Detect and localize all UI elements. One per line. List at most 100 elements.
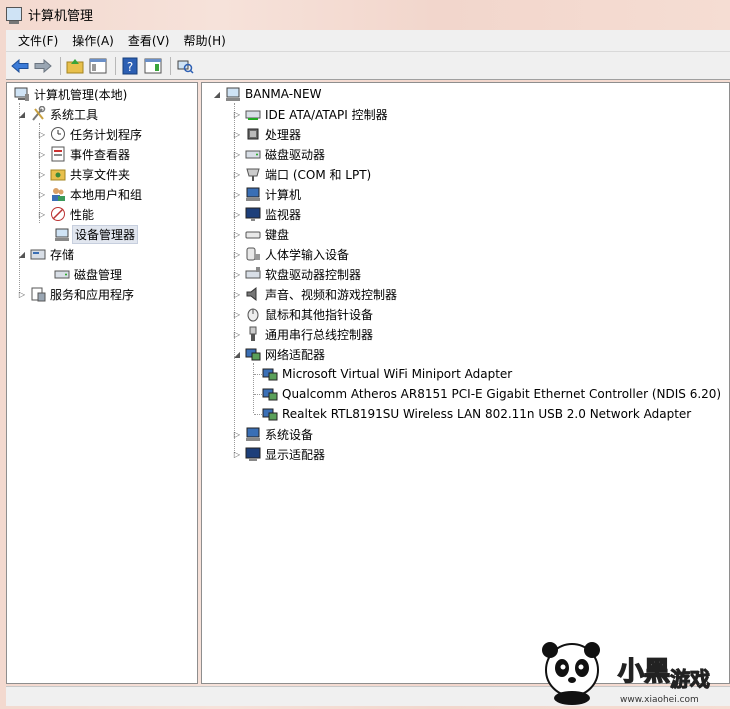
tree-node-services-applications[interactable]: ▷ 服务和应用程序 [17, 284, 134, 304]
chevron-right-icon[interactable]: ▷ [37, 129, 47, 139]
forward-icon[interactable] [33, 56, 53, 76]
tree-label: Qualcomm Atheros AR8151 PCI-E Gigabit Et… [282, 387, 722, 401]
tree-node-device-manager[interactable]: 设备管理器 [51, 224, 139, 244]
chevron-right-icon[interactable]: ▷ [37, 189, 47, 199]
device-category-ports[interactable]: ▷ 端口 (COM 和 LPT) [232, 164, 371, 184]
menu-view[interactable]: 查看(V) [122, 30, 176, 51]
tree-node-shared-folders[interactable]: ▷ 共享文件夹 [37, 164, 130, 184]
menu-action[interactable]: 操作(A) [66, 30, 120, 51]
tree-node-performance[interactable]: ▷ 性能 [37, 204, 94, 224]
chevron-right-icon[interactable]: ▷ [37, 169, 47, 179]
chevron-right-icon[interactable]: ▷ [232, 209, 242, 219]
device-tree-pane[interactable]: ◢ BANMA-NEW ▷ IDE ATA/ATAPI 控制器 ▷ 处理器 ▷ 磁盘驱动器… [201, 82, 730, 684]
tree-label: 显示适配器 [265, 447, 326, 462]
chevron-right-icon[interactable]: ▷ [232, 329, 242, 339]
chevron-right-icon[interactable]: ▷ [232, 449, 242, 459]
keyboard-icon [245, 226, 261, 242]
device-category-processors[interactable]: ▷ 处理器 [232, 124, 301, 144]
tree-label: 性能 [70, 207, 95, 222]
chevron-down-icon[interactable]: ◢ [17, 109, 27, 119]
network-adapter-item[interactable]: Microsoft Virtual WiFi Miniport Adapter [259, 364, 512, 384]
device-category-usb-controllers[interactable]: ▷ 通用串行总线控制器 [232, 324, 373, 344]
scan-hardware-icon[interactable] [175, 56, 195, 76]
tree-node-event-viewer[interactable]: ▷ 事件查看器 [37, 144, 130, 164]
device-category-ide-controllers[interactable]: ▷ IDE ATA/ATAPI 控制器 [232, 104, 388, 124]
chevron-right-icon[interactable]: ▷ [232, 429, 242, 439]
help-icon[interactable]: ? [120, 56, 140, 76]
chevron-right-icon[interactable]: ▷ [232, 229, 242, 239]
port-icon [245, 166, 261, 182]
tree-label: 计算机管理(本地) [34, 87, 128, 102]
device-category-mice-pointing-devices[interactable]: ▷ 鼠标和其他指针设备 [232, 304, 373, 324]
chevron-right-icon[interactable]: ▷ [232, 189, 242, 199]
tree-node-storage[interactable]: ◢ 存储 [17, 244, 74, 264]
chevron-right-icon[interactable]: ▷ [232, 249, 242, 259]
toolbar: ? [6, 52, 730, 80]
services-icon [30, 286, 46, 302]
device-category-disk-drives[interactable]: ▷ 磁盘驱动器 [232, 144, 325, 164]
chevron-right-icon[interactable]: ▷ [232, 269, 242, 279]
tree-node-local-users-groups[interactable]: ▷ 本地用户和组 [37, 184, 142, 204]
menu-help[interactable]: 帮助(H) [177, 30, 231, 51]
device-category-display-adapters[interactable]: ▷ 显示适配器 [232, 444, 325, 464]
speaker-icon [245, 286, 261, 302]
device-category-human-interface-devices[interactable]: ▷ 人体学输入设备 [232, 244, 349, 264]
tree-label: Realtek RTL8191SU Wireless LAN 802.11n U… [282, 407, 692, 421]
performance-icon [50, 206, 66, 222]
console-tree-pane[interactable]: 计算机管理(本地) ◢ 系统工具 ▷ 任务计划程序 ▷ 事件查看器 ▷ 共享文件… [6, 82, 198, 684]
device-category-floppy-controllers[interactable]: ▷ 软盘驱动器控制器 [232, 264, 361, 284]
action-pane-icon[interactable] [143, 56, 163, 76]
device-category-computer[interactable]: ▷ 计算机 [232, 184, 301, 204]
tree-label: 通用串行总线控制器 [265, 327, 374, 342]
chevron-down-icon[interactable]: ◢ [212, 89, 222, 99]
svg-text:?: ? [127, 60, 133, 74]
device-category-network-adapters[interactable]: ◢ 网络适配器 [232, 344, 325, 364]
chevron-right-icon[interactable]: ▷ [232, 129, 242, 139]
tree-node-task-scheduler[interactable]: ▷ 任务计划程序 [37, 124, 142, 144]
tree-node-computer-management[interactable]: 计算机管理(本地) [11, 84, 127, 104]
chevron-down-icon[interactable]: ◢ [232, 349, 242, 359]
network-adapter-item[interactable]: Realtek RTL8191SU Wireless LAN 802.11n U… [259, 404, 691, 424]
tree-label: 软盘驱动器控制器 [265, 267, 362, 282]
device-manager-icon [54, 226, 70, 242]
storage-icon [30, 246, 46, 262]
menu-file[interactable]: 文件(F) [12, 30, 64, 51]
device-category-sound-video-game-controllers[interactable]: ▷ 声音、视频和游戏控制器 [232, 284, 397, 304]
chevron-right-icon[interactable]: ▷ [232, 309, 242, 319]
users-icon [50, 186, 66, 202]
device-category-keyboards[interactable]: ▷ 键盘 [232, 224, 289, 244]
tree-label: 处理器 [265, 127, 302, 142]
chevron-right-icon[interactable]: ▷ [37, 209, 47, 219]
window-title: 计算机管理 [28, 8, 94, 24]
tree-node-disk-management[interactable]: 磁盘管理 [51, 264, 122, 284]
device-category-monitors[interactable]: ▷ 监视器 [232, 204, 301, 224]
chevron-down-icon[interactable]: ◢ [17, 249, 27, 259]
up-folder-icon[interactable] [65, 56, 85, 76]
device-category-system-devices[interactable]: ▷ 系统设备 [232, 424, 313, 444]
chevron-right-icon[interactable]: ▷ [37, 149, 47, 159]
chevron-right-icon[interactable]: ▷ [232, 109, 242, 119]
chevron-right-icon[interactable]: ▷ [17, 289, 27, 299]
monitor-icon [245, 206, 261, 222]
back-icon[interactable] [10, 56, 30, 76]
disk-icon [54, 266, 70, 282]
svg-text:www.xiaohei.com: www.xiaohei.com [620, 695, 699, 705]
tree-label: 端口 (COM 和 LPT) [265, 167, 372, 182]
tree-label: 磁盘管理 [74, 267, 123, 282]
tree-label: Microsoft Virtual WiFi Miniport Adapter [282, 367, 513, 381]
title-bar: 计算机管理 [0, 0, 730, 28]
tree-label: 系统设备 [265, 427, 314, 442]
tree-node-system-tools[interactable]: ◢ 系统工具 [17, 104, 98, 124]
device-root-node[interactable]: ◢ BANMA-NEW [212, 84, 321, 104]
tree-label: 鼠标和其他指针设备 [265, 307, 374, 322]
chevron-right-icon[interactable]: ▷ [232, 149, 242, 159]
chevron-right-icon[interactable]: ▷ [232, 169, 242, 179]
show-hide-tree-icon[interactable] [88, 56, 108, 76]
chevron-right-icon[interactable]: ▷ [232, 289, 242, 299]
tree-label: 设备管理器 [72, 224, 139, 244]
toolbar-separator [170, 56, 171, 75]
system-device-icon [245, 426, 261, 442]
computer-icon [245, 186, 261, 202]
tree-label: 存储 [50, 247, 75, 262]
network-adapter-item[interactable]: Qualcomm Atheros AR8151 PCI-E Gigabit Et… [259, 384, 721, 404]
